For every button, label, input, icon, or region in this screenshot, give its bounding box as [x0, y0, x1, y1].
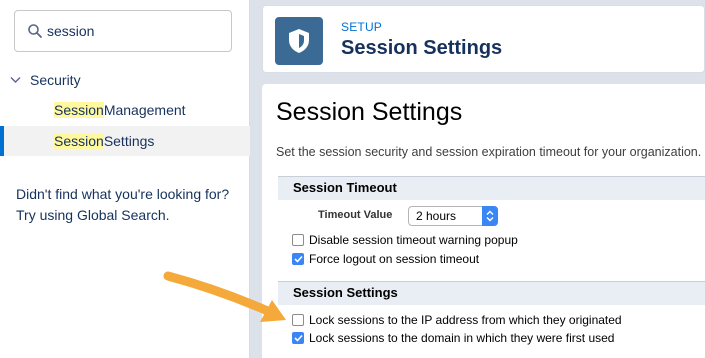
page-header: SETUP Session Settings	[262, 5, 705, 73]
select-arrows-icon[interactable]	[482, 206, 498, 226]
checkbox-label: Disable session timeout warning popup	[309, 233, 518, 247]
search-icon	[28, 24, 42, 38]
settings-panel: Session Settings Set the session securit…	[262, 84, 705, 358]
tree-node-security[interactable]: Security	[0, 66, 250, 94]
page-title: Session Settings	[276, 98, 463, 126]
checkbox-row[interactable]: Force logout on session timeout	[292, 250, 479, 268]
tree-item-label: Settings	[103, 133, 155, 149]
force-logout-checkbox[interactable]	[292, 253, 304, 265]
checkbox-row[interactable]: Disable session timeout warning popup	[292, 231, 518, 249]
page-description: Set the session security and session exp…	[276, 145, 702, 159]
quick-find-search[interactable]	[14, 10, 232, 52]
search-match-highlight: Session	[54, 133, 104, 149]
lock-domain-checkbox[interactable]	[292, 332, 304, 344]
annotation-arrow-icon	[163, 271, 286, 322]
help-line: Didn't find what you're looking for?	[16, 186, 230, 202]
tree-item-session-management[interactable]: Session Management	[0, 95, 250, 125]
search-match-highlight: Session	[54, 102, 104, 118]
chevron-down-icon[interactable]	[0, 76, 30, 84]
timeout-select[interactable]: 2 hours	[408, 206, 498, 226]
help-line: Try using Global Search.	[16, 207, 170, 223]
breadcrumb: SETUP	[341, 20, 383, 34]
shield-icon	[275, 17, 323, 65]
checkbox-label: Lock sessions to the domain in which the…	[309, 331, 615, 345]
checkbox-label: Force logout on session timeout	[309, 252, 480, 266]
tree-item-session-settings[interactable]: Session Settings	[0, 126, 250, 156]
session-timeout-section: Session Timeout Timeout Value 2 hours Di…	[278, 176, 705, 266]
main-content: SETUP Session Settings Session Settings …	[250, 0, 705, 358]
search-help-text: Didn't find what you're looking for? Try…	[16, 184, 241, 226]
checkmark-icon	[293, 334, 303, 342]
page-header-title: Session Settings	[341, 37, 503, 59]
tree-node-label: Security	[30, 72, 81, 88]
timeout-label: Timeout Value	[318, 209, 393, 221]
disable-warning-checkbox[interactable]	[292, 234, 304, 246]
checkbox-label: Lock sessions to the IP address from whi…	[309, 313, 622, 327]
section-heading: Session Settings	[278, 281, 705, 305]
search-input[interactable]	[47, 21, 217, 41]
tree-item-label: Management	[103, 102, 186, 118]
checkbox-row[interactable]: Lock sessions to the domain in which the…	[292, 329, 614, 347]
timeout-row: Timeout Value 2 hours	[278, 206, 705, 226]
checkmark-icon	[293, 255, 303, 263]
section-heading: Session Timeout	[278, 176, 705, 200]
session-settings-section: Session Settings Lock sessions to the IP…	[278, 281, 705, 345]
checkbox-row[interactable]: Lock sessions to the IP address from whi…	[292, 311, 622, 329]
timeout-select-value: 2 hours	[416, 209, 457, 223]
